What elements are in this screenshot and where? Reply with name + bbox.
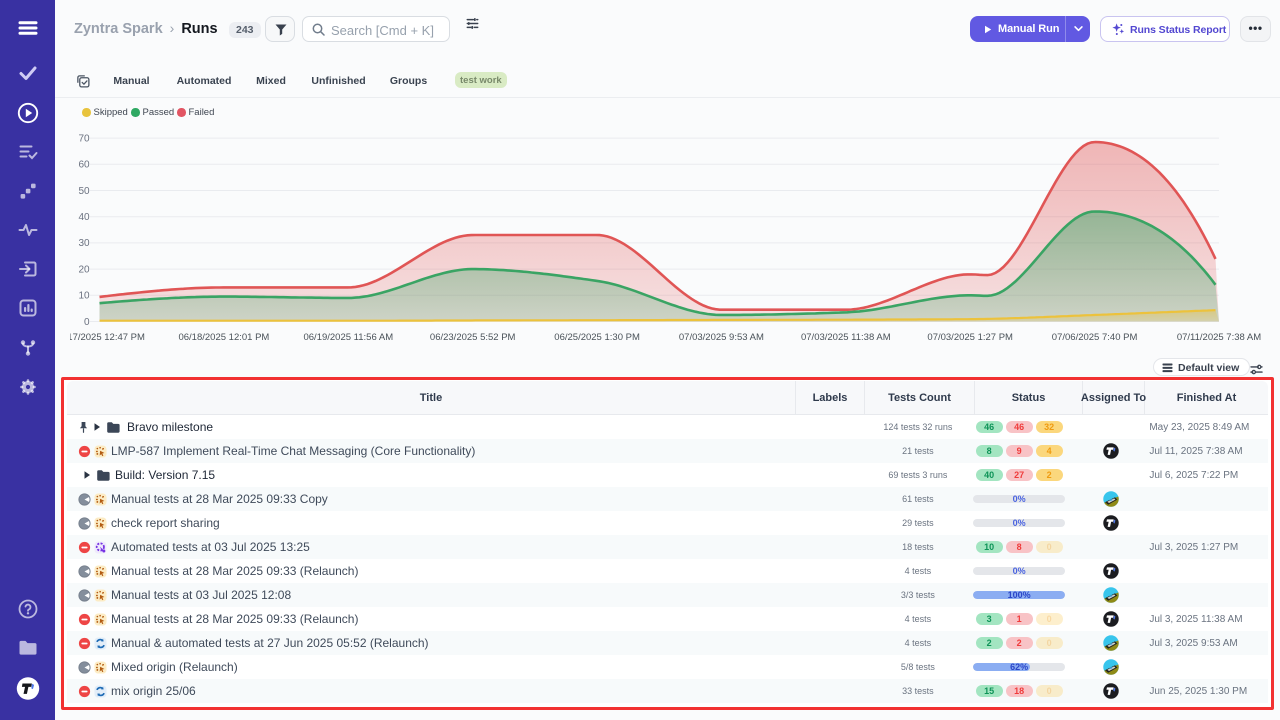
svg-text:20: 20 — [78, 264, 90, 275]
svg-text:06/23/2025 5:52 PM: 06/23/2025 5:52 PM — [430, 332, 516, 343]
svg-text:06/17/2025 12:47 PM: 06/17/2025 12:47 PM — [70, 332, 145, 343]
svg-text:30: 30 — [78, 238, 90, 249]
svg-text:07/03/2025 9:53 AM: 07/03/2025 9:53 AM — [679, 332, 764, 343]
svg-text:07/06/2025 7:40 PM: 07/06/2025 7:40 PM — [1052, 332, 1138, 343]
svg-text:60: 60 — [78, 160, 90, 171]
svg-text:07/03/2025 1:27 PM: 07/03/2025 1:27 PM — [927, 332, 1013, 343]
svg-text:40: 40 — [78, 212, 90, 223]
svg-text:0: 0 — [84, 317, 90, 328]
svg-text:07/03/2025 11:38 AM: 07/03/2025 11:38 AM — [801, 332, 891, 343]
svg-text:50: 50 — [78, 186, 90, 197]
svg-text:10: 10 — [78, 291, 90, 302]
svg-text:06/25/2025 1:30 PM: 06/25/2025 1:30 PM — [554, 332, 640, 343]
svg-text:06/19/2025 11:56 AM: 06/19/2025 11:56 AM — [303, 332, 393, 343]
svg-text:70: 70 — [78, 133, 90, 144]
svg-text:06/18/2025 12:01 PM: 06/18/2025 12:01 PM — [178, 332, 269, 343]
svg-text:07/11/2025 7:38 AM: 07/11/2025 7:38 AM — [1177, 332, 1261, 343]
